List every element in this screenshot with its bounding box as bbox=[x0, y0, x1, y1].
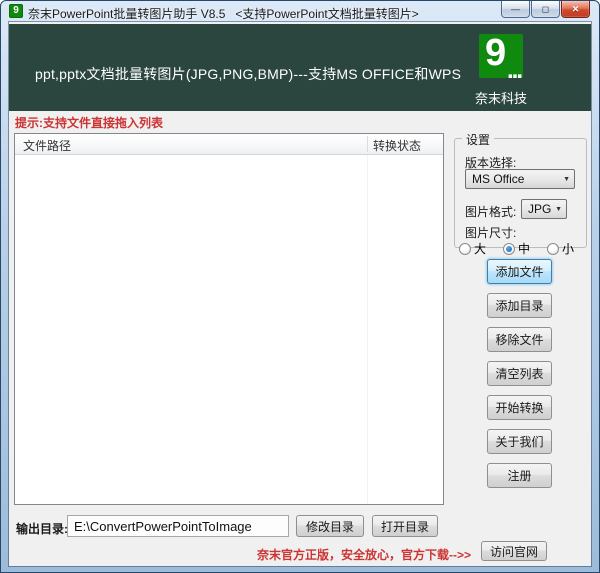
output-dir-input[interactable] bbox=[67, 515, 289, 537]
column-header-filepath[interactable]: 文件路径 bbox=[23, 137, 71, 154]
size-radio-medium-label: 中 bbox=[518, 242, 531, 256]
size-radio-small-label: 小 bbox=[562, 242, 575, 256]
radio-checked-icon bbox=[503, 242, 516, 255]
app-window: 9 奈末PowerPoint批量转图片助手 V8.5 <支持PowerPoint… bbox=[0, 0, 600, 573]
register-button[interactable]: 注册 bbox=[487, 463, 552, 488]
about-us-button[interactable]: 关于我们 bbox=[487, 429, 552, 454]
remove-file-button[interactable]: 移除文件 bbox=[487, 327, 552, 352]
chevron-down-icon: ▼ bbox=[563, 176, 570, 183]
column-divider[interactable] bbox=[367, 136, 368, 152]
visit-website-button[interactable]: 访问官网 bbox=[481, 541, 547, 561]
title-bar[interactable]: 9 奈末PowerPoint批量转图片助手 V8.5 <支持PowerPoint… bbox=[1, 1, 599, 22]
size-radio-group: 大 中 小 bbox=[459, 240, 583, 257]
add-file-button[interactable]: 添加文件 bbox=[487, 259, 552, 284]
client-area: ppt,pptx文档批量转图片(JPG,PNG,BMP)---支持MS OFFI… bbox=[9, 22, 591, 566]
file-list-table[interactable]: 文件路径 转换状态 bbox=[14, 133, 444, 505]
maximize-button[interactable]: ◻ bbox=[531, 1, 560, 18]
format-label: 图片格式: bbox=[465, 205, 517, 219]
official-download-promo: 奈末官方正版，安全放心，官方下载-->> bbox=[256, 548, 471, 562]
logo-dots: ... bbox=[506, 57, 523, 78]
column-header-status[interactable]: 转换状态 bbox=[373, 137, 421, 154]
app-icon: 9 bbox=[9, 4, 23, 18]
minimize-button[interactable]: — bbox=[501, 1, 530, 18]
radio-icon bbox=[459, 242, 471, 255]
add-folder-button[interactable]: 添加目录 bbox=[487, 293, 552, 318]
banner-tagline: ppt,pptx文档批量转图片(JPG,PNG,BMP)---支持MS OFFI… bbox=[35, 66, 462, 82]
modify-dir-button[interactable]: 修改目录 bbox=[296, 515, 364, 537]
format-dropdown[interactable]: JPG ▼ bbox=[521, 199, 567, 219]
output-dir-label: 输出目录: bbox=[16, 522, 68, 536]
start-convert-button[interactable]: 开始转换 bbox=[487, 395, 552, 420]
chevron-down-icon: ▼ bbox=[555, 206, 562, 213]
file-list-header: 文件路径 转换状态 bbox=[15, 134, 443, 155]
format-dropdown-value: JPG bbox=[528, 202, 552, 216]
version-dropdown-value: MS Office bbox=[472, 172, 525, 186]
brand-name: 奈末科技 bbox=[474, 91, 527, 106]
settings-group: 设置 版本选择: MS Office ▼ 图片格式: JPG ▼ 图片尺寸: 大… bbox=[454, 131, 587, 256]
open-dir-button[interactable]: 打开目录 bbox=[372, 515, 438, 537]
close-button[interactable]: ✕ bbox=[561, 1, 590, 18]
window-controls: — ◻ ✕ bbox=[501, 1, 590, 18]
window-title: 奈末PowerPoint批量转图片助手 V8.5 <支持PowerPoint文档… bbox=[28, 7, 419, 21]
size-radio-large[interactable]: 大 bbox=[459, 240, 486, 257]
size-label: 图片尺寸: bbox=[465, 226, 517, 240]
settings-group-label: 设置 bbox=[462, 131, 495, 148]
size-radio-large-label: 大 bbox=[474, 242, 487, 256]
version-dropdown[interactable]: MS Office ▼ bbox=[465, 169, 575, 189]
size-radio-small[interactable]: 小 bbox=[547, 240, 574, 257]
brand-logo-icon: 9 ... bbox=[479, 34, 523, 78]
column-body-divider bbox=[367, 155, 368, 504]
radio-icon bbox=[547, 242, 560, 255]
app-banner: ppt,pptx文档批量转图片(JPG,PNG,BMP)---支持MS OFFI… bbox=[9, 24, 591, 111]
logo-numeral: 9 bbox=[485, 34, 507, 74]
clear-list-button[interactable]: 清空列表 bbox=[487, 361, 552, 386]
drag-drop-hint: 提示:支持文件直接拖入列表 bbox=[15, 116, 163, 130]
size-radio-medium[interactable]: 中 bbox=[503, 240, 530, 257]
